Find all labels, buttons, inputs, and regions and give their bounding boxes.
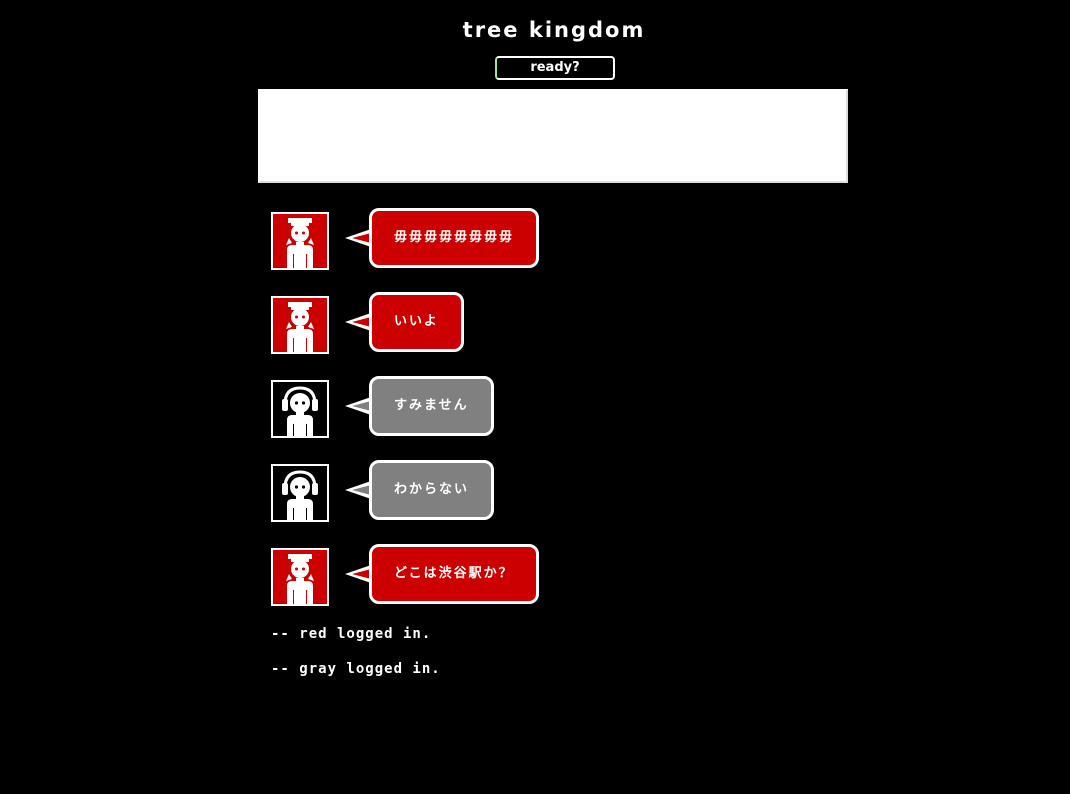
system-message: -- red logged in. (271, 626, 432, 642)
system-message: -- gray logged in. (271, 661, 441, 677)
speech-tail-icon (345, 397, 371, 415)
message-bubble: 毋毋毋毋毋毋毋毋 (369, 208, 540, 268)
chat-input[interactable] (258, 89, 848, 183)
headphones-avatar-icon (271, 380, 329, 438)
girl-avatar-icon (271, 212, 329, 270)
message-bubble: わからない (369, 460, 495, 520)
message-bubble: いいよ (369, 292, 464, 352)
app-title: tree kingdom (462, 18, 646, 42)
speech-tail-icon (345, 565, 371, 583)
girl-avatar-icon (271, 548, 329, 606)
speech-tail-icon (345, 313, 371, 331)
speech-tail-icon (345, 481, 371, 499)
message-bubble: どこは渋谷駅か？ (369, 544, 539, 604)
speech-tail-icon (345, 229, 371, 247)
message-bubble: すみません (369, 376, 494, 436)
girl-avatar-icon (271, 296, 329, 354)
headphones-avatar-icon (271, 464, 329, 522)
chat-page: tree kingdom ready? 毋毋毋毋毋毋毋毋 いいよ すみません わ… (0, 0, 1070, 794)
ready-button[interactable]: ready? (495, 56, 615, 80)
